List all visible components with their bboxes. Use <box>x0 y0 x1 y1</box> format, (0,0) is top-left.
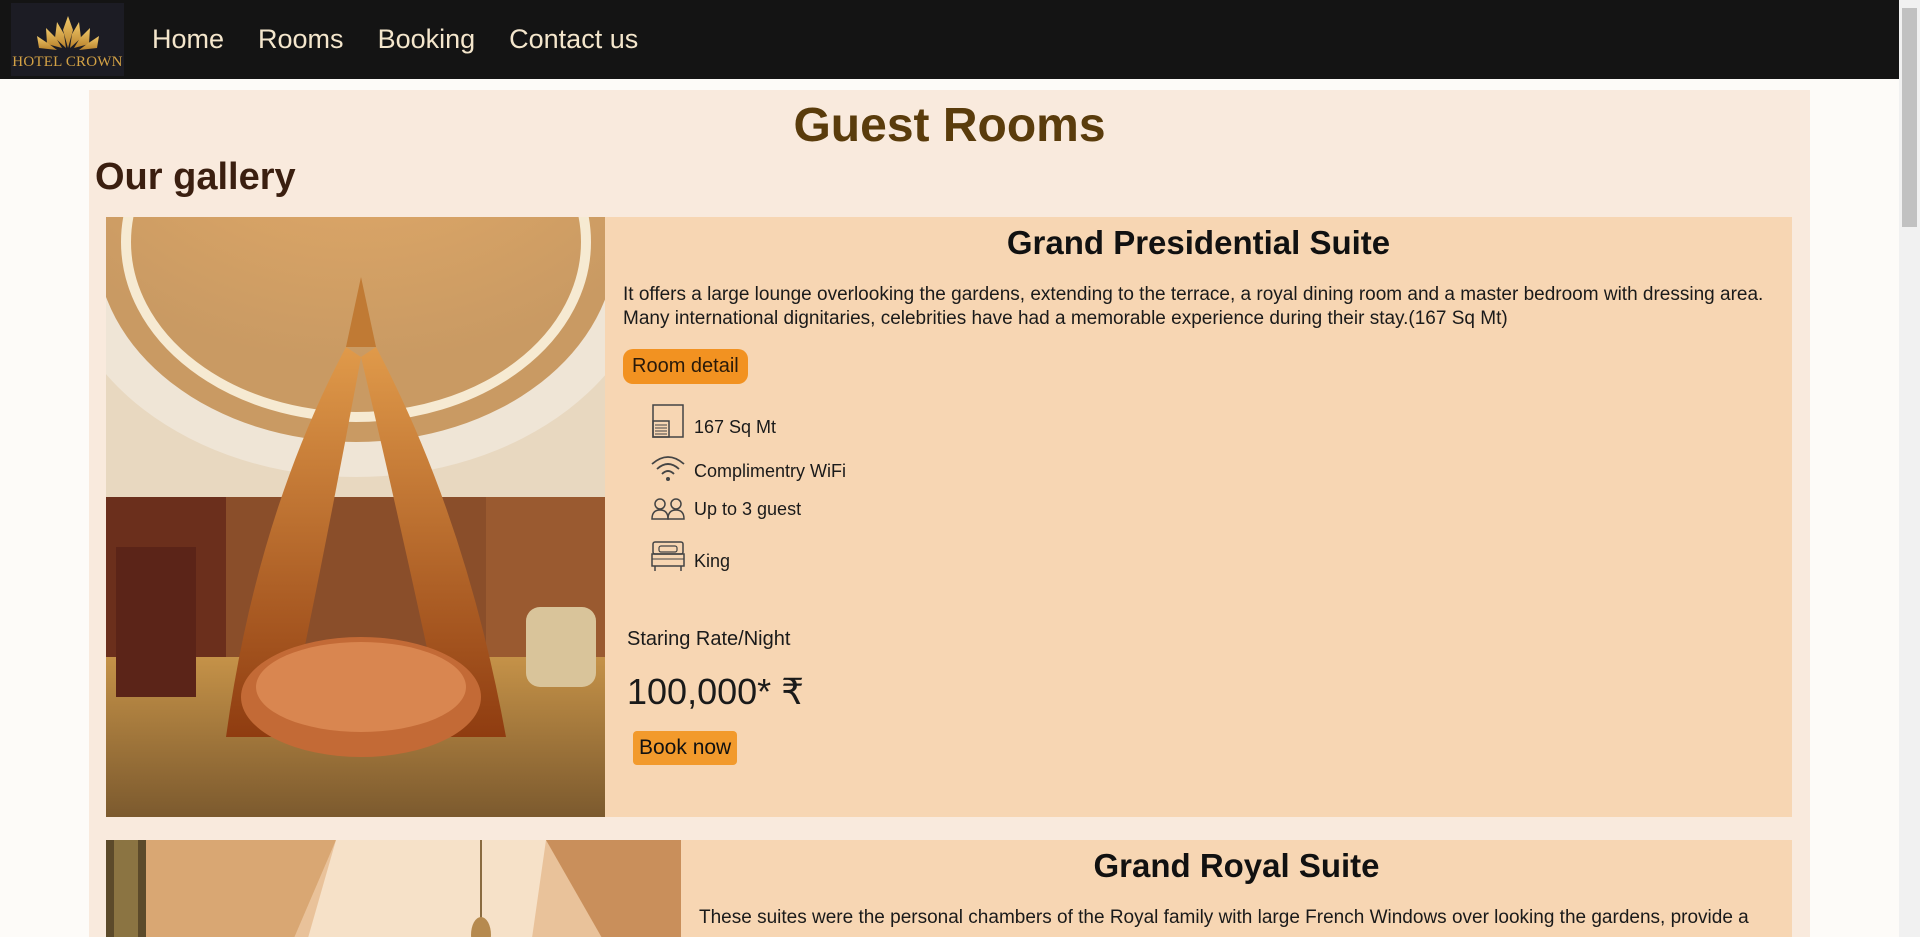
amenity-item: Complimentry WiFi <box>650 448 1774 482</box>
nav-links: Home Rooms Booking Contact us <box>152 24 672 55</box>
room-photo <box>106 840 681 937</box>
logo-text: HOTEL CROWN <box>12 54 123 70</box>
room-card: Grand Presidential Suite It offers a lar… <box>106 217 1792 817</box>
room-name: Grand Royal Suite <box>1093 847 1380 884</box>
floor-plan-icon <box>650 404 686 438</box>
nav-link-booking[interactable]: Booking <box>378 24 476 55</box>
nav-link-home[interactable]: Home <box>152 24 224 55</box>
room-photo <box>106 217 605 817</box>
book-now-button[interactable]: Book now <box>633 731 738 765</box>
hotel-logo[interactable]: HOTEL CROWN <box>11 3 124 76</box>
room-detail-button[interactable]: Room detail <box>623 349 748 384</box>
nav-link-rooms[interactable]: Rooms <box>258 24 344 55</box>
gallery-title: Our gallery <box>95 156 296 198</box>
scrollbar-thumb[interactable] <box>1902 8 1917 227</box>
page-title: Guest Rooms <box>793 99 1106 152</box>
room-description: These suites were the personal chambers … <box>699 907 1749 928</box>
amenity-item: Up to 3 guest <box>650 490 1774 520</box>
page-scrollbar[interactable] <box>1899 0 1920 937</box>
amenity-item: 167 Sq Mt <box>650 400 1774 438</box>
bed-icon <box>650 540 686 572</box>
rate-value: 100,000* ₹ <box>627 671 805 712</box>
amenity-label: King <box>694 551 731 571</box>
top-navbar: HOTEL CROWN Home Rooms Booking Contact u… <box>0 0 1899 79</box>
amenity-label: 167 Sq Mt <box>694 417 777 437</box>
nav-link-contact[interactable]: Contact us <box>509 24 638 55</box>
amenity-label: Complimentry WiFi <box>694 461 847 481</box>
room-info: Grand Presidential Suite It offers a lar… <box>605 217 1792 817</box>
room-description: It offers a large lounge overlooking the… <box>623 284 1764 329</box>
crown-icon <box>36 16 99 50</box>
guests-icon <box>650 498 686 520</box>
amenity-label: Up to 3 guest <box>694 499 802 519</box>
room-info: Grand Royal Suite These suites were the … <box>681 840 1792 937</box>
room-card: Grand Royal Suite These suites were the … <box>106 840 1792 937</box>
main-content: Guest Rooms Our gallery Grand Presidenti… <box>89 90 1810 937</box>
room-name: Grand Presidential Suite <box>1006 224 1391 261</box>
amenities-list: 167 Sq Mt Complimentry WiFi Up to 3 gues… <box>650 400 1774 572</box>
wifi-icon <box>650 454 686 482</box>
amenity-item: King <box>650 534 1774 572</box>
rate-label: Staring Rate/Night <box>627 628 791 650</box>
